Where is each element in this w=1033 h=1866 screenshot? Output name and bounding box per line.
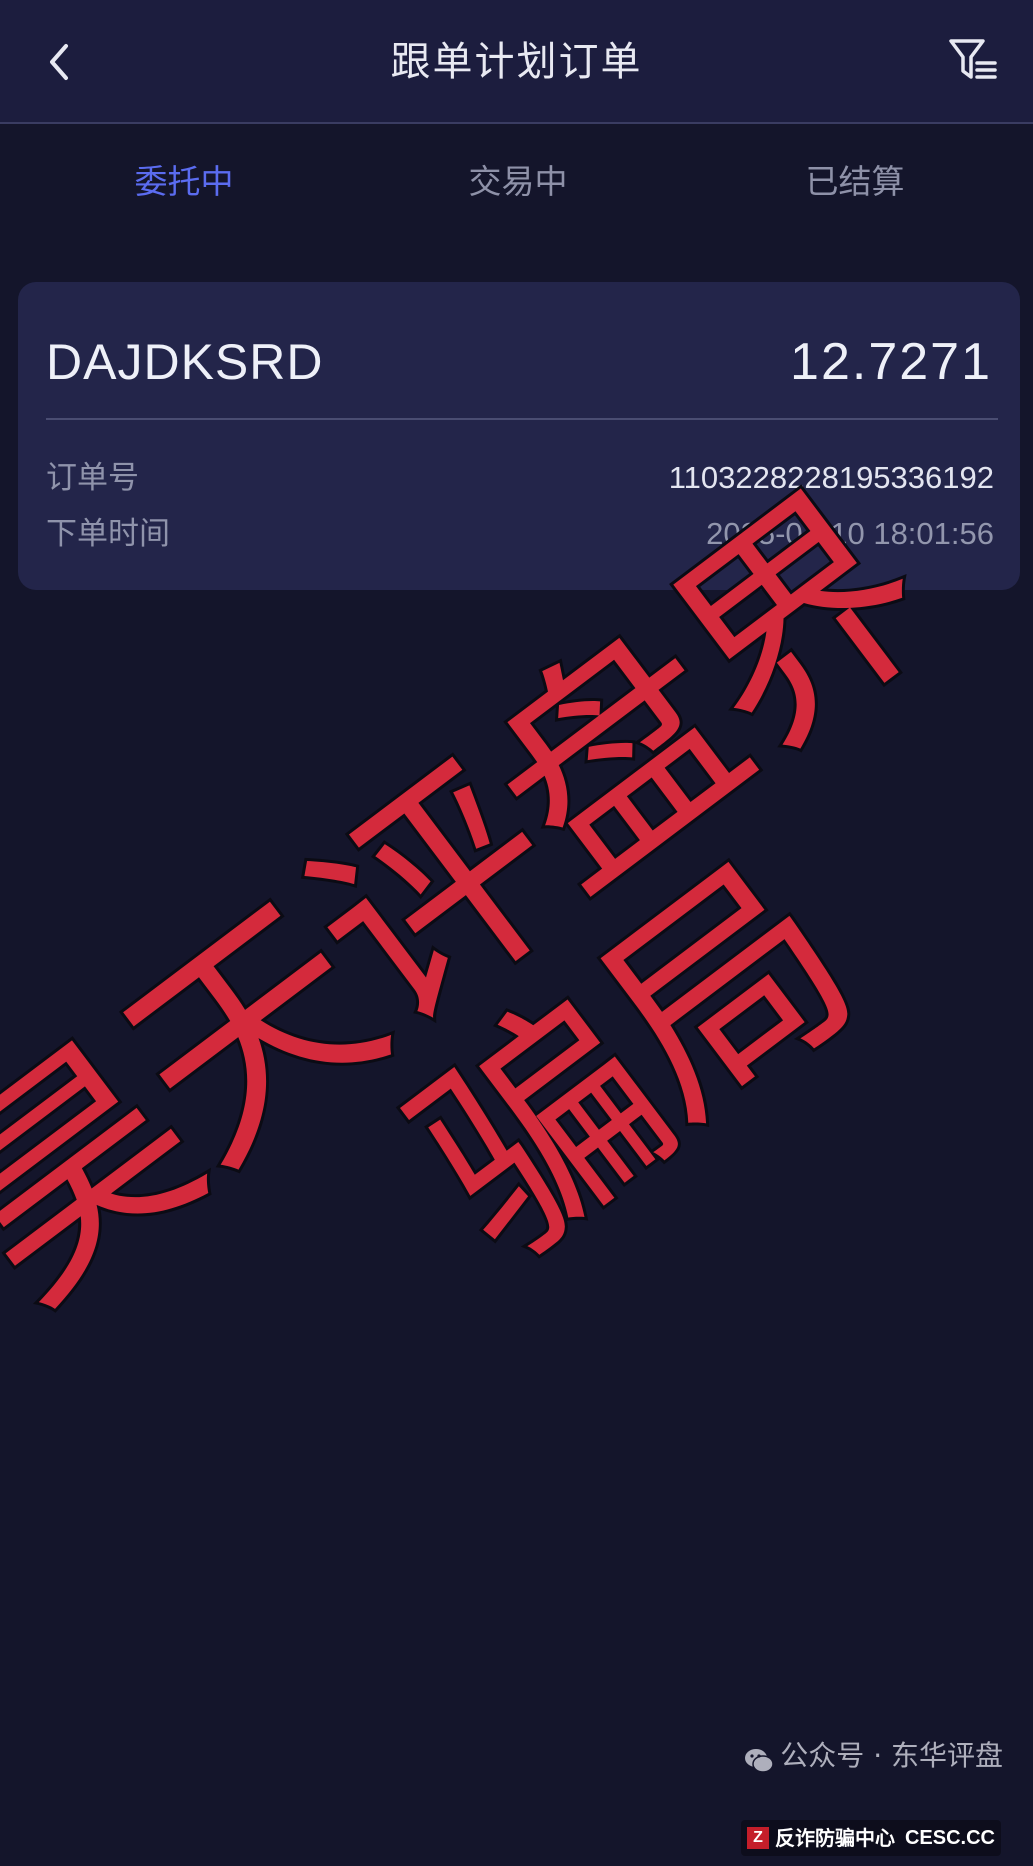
tab-trading[interactable]: 交易中 [418,150,618,214]
tab-pending[interactable]: 委托中 [84,150,284,214]
order-card[interactable]: DAJDKSRD 12.7271 订单号 1103228228195336192… [18,282,1020,590]
order-no-value: 1103228228195336192 [668,460,994,495]
status-tabs: 委托中 交易中 已结算 [0,150,1033,220]
footer-badge: Z 反诈防骗中心 CESC.CC [740,1820,1001,1856]
order-amount: 12.7271 [790,333,992,391]
filter-icon [949,39,997,79]
order-time-label: 下单时间 [46,516,170,552]
order-symbol: DAJDKSRD [46,334,324,390]
footer-credit: 公众号 · 东华评盘 [744,1736,1003,1776]
badge-text: 反诈防骗中心 [774,1826,895,1850]
page-title: 跟单计划订单 [390,39,643,85]
order-no-label: 订单号 [46,460,139,496]
scam-watermark: 昊天评盘界 骗局 [0,444,975,1352]
card-divider [46,418,998,420]
watermark-line2: 骗局 [371,817,898,1307]
footer-credit-text: 公众号 · 东华评盘 [780,1739,1003,1772]
order-time-value: 2025-07-10 18:01:56 [706,516,994,551]
tab-settled[interactable]: 已结算 [755,150,955,214]
badge-site: CESC.CC [904,1827,995,1849]
badge-logo: Z [746,1827,769,1849]
order-page: 跟单计划订单 委托中 交易中 已结算 DAJDKSRD 12.7271 订单号 … [0,0,1033,1866]
filter-button[interactable] [943,28,1003,92]
top-bar: 跟单计划订单 [0,0,1033,124]
wechat-icon [745,1749,775,1773]
